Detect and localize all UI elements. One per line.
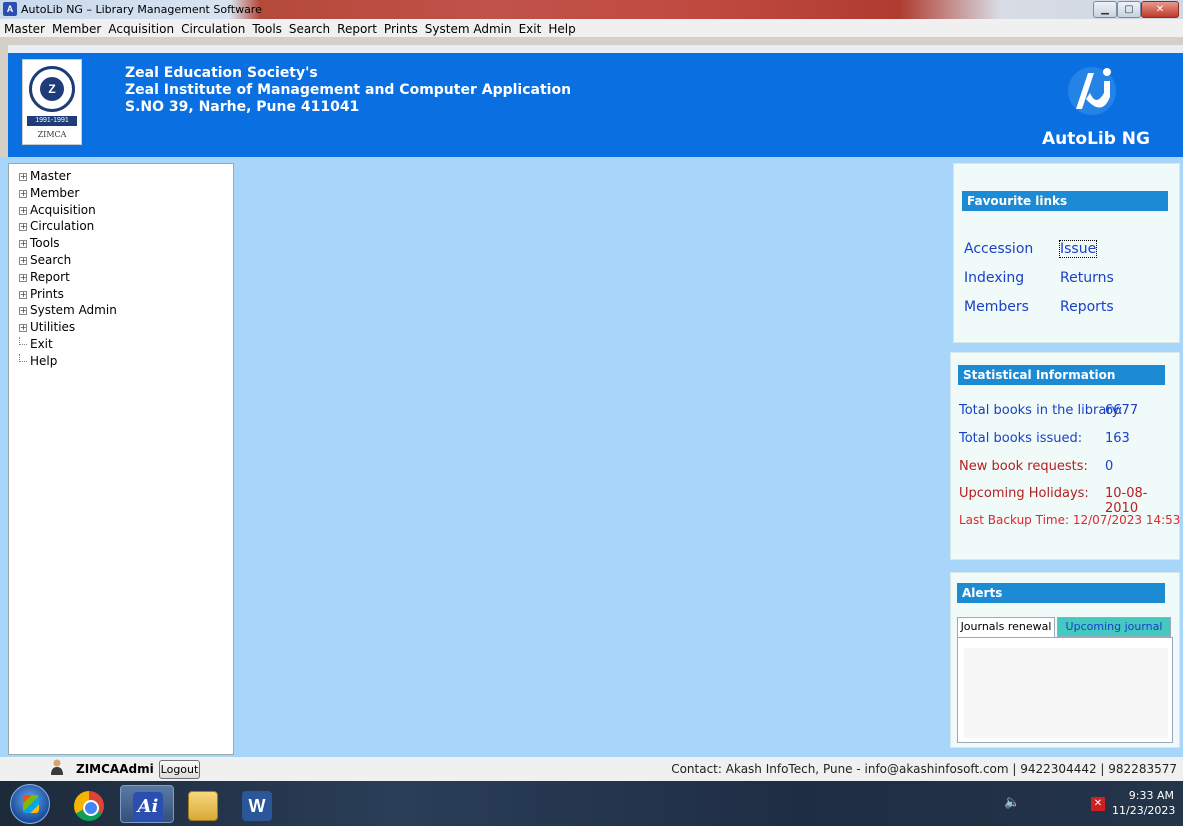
tab-upcoming-journal[interactable]: Upcoming journal	[1057, 617, 1171, 637]
statistical-info-title: Statistical Information	[958, 365, 1165, 385]
minimize-icon: ▁	[1101, 4, 1109, 15]
taskbar-explorer[interactable]	[176, 785, 230, 823]
expand-icon[interactable]: +	[19, 324, 27, 333]
menu-acquisition[interactable]: Acquisition	[104, 19, 177, 36]
status-bar: ZIMCAAdmi Logout Contact: Akash InfoTech…	[0, 757, 1183, 781]
close-icon: ✕	[1155, 4, 1165, 15]
menu-tools[interactable]: Tools	[248, 19, 285, 36]
tree-item-help[interactable]: Help	[19, 353, 233, 370]
logout-button[interactable]: Logout	[159, 760, 200, 779]
menu-exit[interactable]: Exit	[515, 19, 545, 36]
logo-text: ZIMCA	[37, 130, 67, 139]
autolib-app-icon: Ai	[133, 792, 163, 822]
tab-journals-renewal[interactable]: Journals renewal	[957, 617, 1055, 637]
user-icon	[51, 759, 63, 775]
taskbar-autolib[interactable]: Ai	[120, 785, 174, 823]
minimize-button[interactable]: ▁	[1093, 1, 1117, 18]
issued-label: Total books issued:	[959, 431, 1083, 446]
expand-icon[interactable]: +	[19, 290, 27, 299]
menu-search[interactable]: Search	[285, 19, 333, 36]
tree-item-exit[interactable]: Exit	[19, 336, 233, 353]
tree-item-tools[interactable]: + Tools	[19, 235, 233, 252]
menu-prints[interactable]: Prints	[380, 19, 421, 36]
tree-item-circulation[interactable]: + Circulation	[19, 218, 233, 235]
tree-item-system-admin[interactable]: + System Admin	[19, 302, 233, 319]
logo-emblem: Z	[29, 66, 75, 112]
favourite-links-panel: Favourite links Accession Issue Indexing…	[953, 163, 1180, 343]
chrome-icon	[74, 791, 104, 821]
org-society: Zeal Education Society's	[125, 65, 318, 81]
link-indexing[interactable]: Indexing	[964, 270, 1024, 286]
expand-icon[interactable]: +	[19, 256, 27, 265]
windows-logo-icon	[23, 795, 39, 813]
taskbar-chrome[interactable]	[62, 785, 116, 823]
speaker-icon[interactable]: 🔈	[1004, 794, 1020, 810]
navigation-tree: + Master + Member + Acquisition + Circulatio…	[8, 163, 234, 755]
last-backup-text: Last Backup Time: 12/07/2023 14:53 PM	[959, 513, 1183, 527]
link-issue[interactable]: Issue	[1058, 240, 1098, 258]
tree-item-acquisition[interactable]: + Acquisition	[19, 202, 233, 219]
org-institute: Zeal Institute of Management and Compute…	[125, 82, 572, 98]
close-button[interactable]: ✕	[1141, 1, 1179, 18]
tree-item-prints[interactable]: + Prints	[19, 286, 233, 303]
tree-item-report[interactable]: + Report	[19, 269, 233, 286]
action-center-flag-icon[interactable]: ✕	[1091, 797, 1105, 811]
link-reports[interactable]: Reports	[1060, 299, 1114, 315]
tree-item-utilities[interactable]: + Utilities	[19, 319, 233, 336]
autolib-icon: A	[3, 2, 17, 16]
menu-member[interactable]: Member	[48, 19, 104, 36]
menu-circulation[interactable]: Circulation	[177, 19, 248, 36]
requests-value: 0	[1105, 459, 1114, 474]
header-banner: Z 1991-1991 ZIMCA Zeal Education Society…	[8, 45, 1183, 157]
clock-date[interactable]: 11/23/2023	[1112, 804, 1175, 817]
link-accession[interactable]: Accession	[964, 241, 1033, 257]
alerts-panel: Alerts Journals renewal Upcoming journal	[950, 572, 1180, 748]
menu-bar: Master Member Acquisition Circulation Tools S…	[0, 19, 1183, 38]
taskbar: Ai W 🔈 ✕ 9:33 AM 11/23/2023	[0, 781, 1183, 826]
expand-icon[interactable]: +	[19, 273, 27, 282]
logo-ribbon: 1991-1991	[27, 116, 77, 126]
link-returns[interactable]: Returns	[1060, 270, 1114, 286]
total-books-label: Total books in the library:	[959, 403, 1123, 418]
start-button[interactable]	[10, 784, 50, 824]
menu-help[interactable]: Help	[544, 19, 578, 36]
institute-logo: Z 1991-1991 ZIMCA	[22, 59, 82, 145]
expand-icon[interactable]: +	[19, 189, 27, 198]
maximize-button[interactable]: ▢	[1117, 1, 1141, 18]
menu-report[interactable]: Report	[333, 19, 380, 36]
alerts-list	[964, 648, 1168, 738]
tree-item-search[interactable]: + Search	[19, 252, 233, 269]
maximize-icon: ▢	[1124, 4, 1134, 15]
folder-icon	[188, 791, 218, 821]
window-title: AutoLib NG – Library Management Software	[21, 3, 262, 16]
contact-info: Contact: Akash InfoTech, Pune - info@aka…	[671, 762, 1177, 776]
link-members[interactable]: Members	[964, 299, 1029, 315]
expand-icon[interactable]: +	[19, 307, 27, 316]
logged-in-user: ZIMCAAdmi	[76, 762, 154, 776]
total-books-value: 6677	[1105, 403, 1139, 418]
expand-icon[interactable]: +	[19, 173, 27, 181]
alerts-content	[957, 637, 1173, 743]
issued-value: 163	[1105, 431, 1130, 446]
expand-icon[interactable]: +	[19, 240, 27, 249]
holidays-value: 10-08-2010	[1105, 486, 1148, 516]
statistical-info-panel: Statistical Information Total books in t…	[950, 352, 1183, 560]
tree-item-member[interactable]: + Member	[19, 185, 233, 202]
taskbar-word[interactable]: W	[230, 785, 284, 823]
holidays-label: Upcoming Holidays:	[959, 486, 1089, 501]
requests-label: New book requests:	[959, 459, 1088, 474]
brand-name: AutoLib NG	[1042, 129, 1150, 149]
org-address: S.NO 39, Narhe, Pune 411041	[125, 99, 360, 115]
clock-time[interactable]: 9:33 AM	[1122, 789, 1174, 802]
expand-icon[interactable]: +	[19, 223, 27, 232]
word-icon: W	[242, 791, 272, 821]
menu-master[interactable]: Master	[0, 19, 48, 36]
menu-system-admin[interactable]: System Admin	[421, 19, 515, 36]
expand-icon[interactable]: +	[19, 206, 27, 215]
alerts-title: Alerts	[957, 583, 1165, 603]
tree-item-master[interactable]: + Master	[19, 168, 233, 185]
autolib-logo-icon	[1068, 67, 1116, 115]
title-bar[interactable]: A AutoLib NG – Library Management Softwa…	[0, 0, 1183, 19]
favourite-links-title: Favourite links	[962, 191, 1168, 211]
